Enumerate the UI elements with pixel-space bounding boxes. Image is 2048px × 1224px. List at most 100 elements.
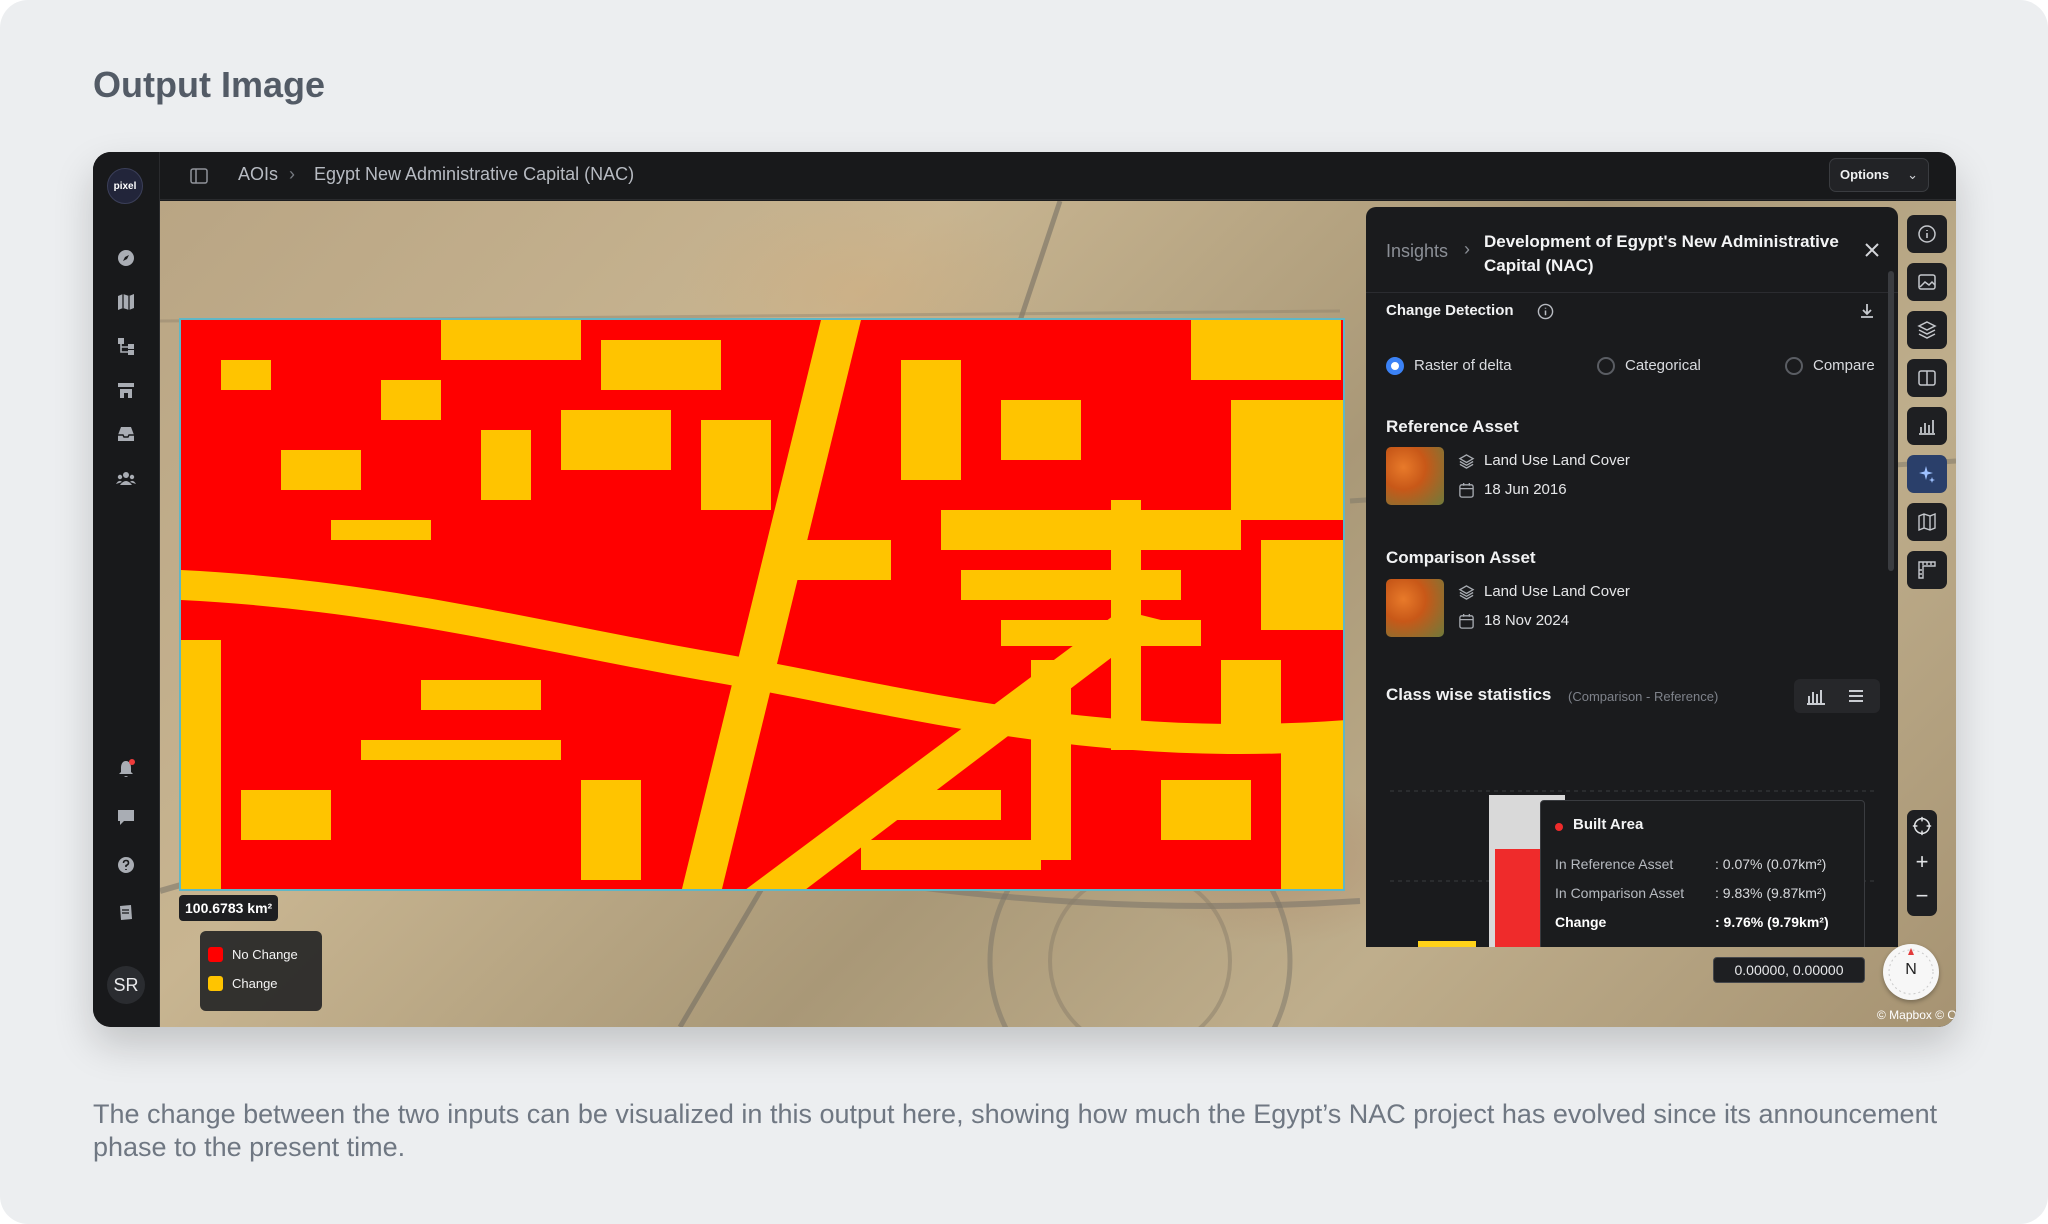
map-attribution[interactable]: © Mapbox © OpenStreetMap: [1877, 1008, 1956, 1022]
breadcrumb-current-aoi[interactable]: Egypt New Administrative Capital (NAC): [314, 162, 634, 186]
tooltip-class-dot: [1555, 823, 1563, 831]
comparison-asset-date: 18 Nov 2024: [1484, 612, 1570, 629]
split-view-icon: [1918, 370, 1936, 386]
class-stats-subtitle: (Comparison - Reference): [1568, 689, 1719, 704]
split-view-tool-button[interactable]: [1907, 359, 1947, 397]
legend-swatch-change: [208, 976, 223, 991]
locate-icon[interactable]: [1910, 814, 1934, 838]
app-logo[interactable]: pixel: [107, 168, 143, 204]
store-icon[interactable]: [115, 379, 137, 401]
calendar-icon: [1458, 613, 1475, 630]
workflow-icon[interactable]: [115, 335, 137, 357]
tooltip-value-change: : 9.76% (9.79km²): [1715, 914, 1829, 930]
breadcrumb-separator: ›: [289, 164, 295, 184]
change-pixels: [181, 320, 1343, 889]
area-measure-label: 100.6783 km²: [179, 895, 279, 921]
image-tool-button[interactable]: [1907, 263, 1947, 301]
feedback-icon[interactable]: [115, 806, 137, 828]
layers-tool-button[interactable]: [1907, 311, 1947, 349]
map-tool-button[interactable]: [1907, 503, 1947, 541]
insights-breadcrumb-separator: ›: [1464, 239, 1470, 259]
reference-asset-thumbnail[interactable]: [1386, 447, 1444, 505]
map-icon[interactable]: [115, 291, 137, 313]
reference-asset-title: Reference Asset: [1386, 417, 1519, 436]
insights-title: Development of Egypt's New Administrativ…: [1484, 232, 1839, 275]
legend-swatch-no-change: [208, 947, 223, 962]
class-stats-title: Class wise statistics: [1386, 685, 1552, 704]
change-detection-title: Change Detection: [1386, 302, 1514, 319]
chart-tool-button[interactable]: [1907, 407, 1947, 445]
chart-tooltip: Built Area In Reference Asset : 0.07% (0…: [1540, 800, 1865, 947]
image-icon: [1918, 274, 1936, 290]
app-window: 100.6783 km² No Change Change Insights ›…: [93, 152, 1956, 1027]
radio-label-categorical[interactable]: Categorical: [1625, 357, 1701, 374]
legend-item-change: Change: [200, 974, 322, 1003]
layers-icon: [1458, 584, 1475, 601]
team-icon[interactable]: [115, 467, 137, 489]
map-legend: No Change Change: [200, 931, 322, 1011]
tooltip-value-comparison: : 9.83% (9.87km²): [1715, 885, 1827, 901]
radio-label-raster-of-delta[interactable]: Raster of delta: [1414, 357, 1512, 374]
radio-categorical[interactable]: [1597, 357, 1615, 375]
cursor-coordinates: 0.00000, 0.00000: [1713, 957, 1865, 983]
ruler-tool-button[interactable]: [1907, 551, 1947, 589]
avatar[interactable]: SR: [107, 966, 145, 1004]
compass-icon[interactable]: [115, 247, 137, 269]
comparison-asset-thumbnail[interactable]: [1386, 579, 1444, 637]
radio-compare[interactable]: [1785, 357, 1803, 375]
info-icon[interactable]: [1537, 303, 1554, 320]
calendar-icon: [1458, 482, 1475, 499]
insights-header: Insights › Development of Egypt's New Ad…: [1366, 207, 1898, 293]
layers-icon: [1917, 321, 1937, 339]
info-icon: [1918, 225, 1936, 243]
sparkle-icon: [1919, 466, 1935, 483]
page-heading: Output Image: [93, 64, 325, 105]
radio-label-compare[interactable]: Compare: [1813, 357, 1875, 374]
zoom-controls: + −: [1907, 810, 1937, 916]
list-icon[interactable]: [1844, 684, 1868, 708]
chart-icon: [1919, 420, 1935, 435]
tooltip-label-comparison: In Comparison Asset: [1555, 885, 1685, 901]
download-icon[interactable]: [1857, 301, 1877, 321]
tooltip-label-change: Change: [1555, 914, 1607, 930]
bar-other-class[interactable]: [1418, 941, 1476, 947]
radio-raster-of-delta[interactable]: [1386, 357, 1404, 375]
compass-letter: N: [1905, 961, 1917, 978]
options-label: Options: [1840, 167, 1890, 182]
top-bar: AOIs › Egypt New Administrative Capital …: [93, 152, 1956, 200]
insights-scrollbar[interactable]: [1888, 271, 1894, 571]
satellite-map[interactable]: 100.6783 km² No Change Change Insights ›…: [160, 201, 1956, 1027]
sidebar: pixel SR: [93, 152, 160, 1027]
legend-label-no-change: No Change: [232, 947, 298, 962]
reference-asset-date: 18 Jun 2016: [1484, 481, 1567, 498]
tooltip-label-reference: In Reference Asset: [1555, 856, 1674, 872]
page: Output Image 100.6783 km² No Change Chan…: [0, 0, 2048, 1224]
bar-chart-icon[interactable]: [1804, 684, 1828, 708]
legend-item-no-change: No Change: [200, 945, 322, 974]
sidebar-toggle-icon[interactable]: [189, 166, 209, 186]
comparison-asset-name: Land Use Land Cover: [1484, 583, 1630, 600]
compass-button[interactable]: N: [1883, 944, 1939, 1000]
stats-view-toggle: [1794, 679, 1880, 713]
insights-breadcrumb-link[interactable]: Insights: [1386, 241, 1448, 262]
change-detection-raster: [179, 318, 1345, 891]
tooltip-class-name: Built Area: [1573, 816, 1644, 833]
comparison-asset-title: Comparison Asset: [1386, 548, 1536, 567]
close-icon[interactable]: [1862, 240, 1882, 260]
info-tool-button[interactable]: [1907, 215, 1947, 253]
legend-label-change: Change: [232, 976, 278, 991]
help-icon[interactable]: [115, 854, 137, 876]
ruler-icon: [1918, 561, 1936, 579]
chevron-down-icon: ⌄: [1907, 167, 1918, 182]
insights-tool-button[interactable]: [1907, 455, 1947, 493]
options-button[interactable]: Options ⌄: [1829, 158, 1929, 192]
docs-icon[interactable]: [115, 902, 137, 924]
zoom-in-button[interactable]: +: [1910, 850, 1934, 874]
map-icon: [1918, 512, 1936, 532]
zoom-out-button[interactable]: −: [1910, 884, 1934, 908]
notification-icon[interactable]: [115, 758, 137, 780]
breadcrumb-aois[interactable]: AOIs: [238, 162, 278, 186]
layers-icon: [1458, 453, 1475, 470]
inbox-icon[interactable]: [115, 423, 137, 445]
tooltip-value-reference: : 0.07% (0.07km²): [1715, 856, 1827, 872]
